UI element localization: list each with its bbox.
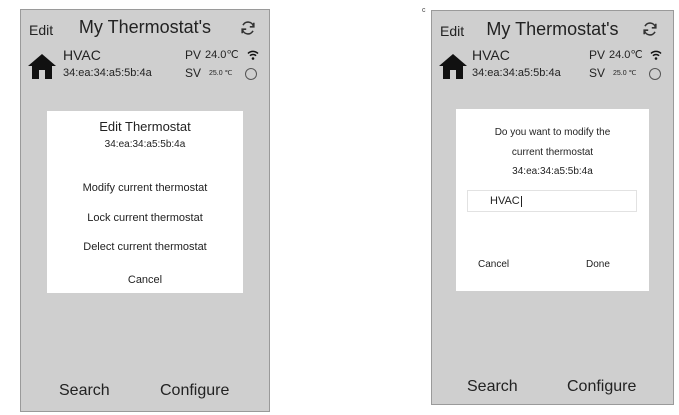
house-icon [28,54,56,79]
wifi-icon [247,50,259,60]
device-name: HVAC [472,47,510,63]
delete-thermostat-option[interactable]: Delect current thermostat [47,241,243,253]
modify-thermostat-dialog: Do you want to modify the current thermo… [456,109,649,291]
device-mac: 34:ea:34:a5:5b:4a [63,67,152,79]
phone-screen-edit-menu: Edit My Thermostat's HVAC 34:ea:34:a5:5b… [20,9,270,412]
modify-thermostat-option[interactable]: Modify current thermostat [47,182,243,194]
lock-thermostat-option[interactable]: Lock current thermostat [47,212,243,224]
page-title: My Thermostat's [486,19,619,39]
device-row-hvac[interactable]: HVAC 34:ea:34:a5:5b:4a PV 24.0℃ SV 25.0 … [432,44,673,84]
pv-value: 24.0℃ [205,49,239,61]
sv-label: SV [185,66,202,80]
house-icon [439,54,467,79]
cancel-button[interactable]: Cancel [478,259,509,270]
wifi-icon [650,50,662,60]
device-name: HVAC [63,47,101,63]
dialog-message-line-2: current thermostat [511,147,594,158]
device-mac: 34:ea:34:a5:5b:4a [472,67,561,79]
pv-value: 24.0℃ [609,49,643,61]
text-caret [520,195,522,207]
search-button[interactable]: Search [467,378,518,396]
edit-thermostat-dialog: Edit Thermostat 34:ea:34:a5:5b:4a Modify… [47,111,243,293]
dialog-title: Edit Thermostat [99,119,191,134]
phone-screen-modify-dialog: Edit My Thermostat's HVAC 34:ea:34:a5:5b… [431,10,674,405]
search-button[interactable]: Search [59,382,110,400]
corner-mark: c [422,7,426,14]
app-header: Edit My Thermostat's [21,10,269,40]
thermostat-name-input[interactable]: HVAC [467,190,637,212]
sv-value: 25.0 ℃ [613,70,637,77]
refresh-icon[interactable] [240,20,256,36]
pv-label: PV [185,48,202,62]
cancel-button[interactable]: Cancel [47,274,243,286]
sv-label: SV [589,66,606,80]
app-header: Edit My Thermostat's [432,11,673,41]
sv-value: 25.0 ℃ [209,70,233,77]
pv-label: PV [589,48,606,62]
done-button[interactable]: Done [586,259,610,270]
dialog-mac: 34:ea:34:a5:5b:4a [512,166,593,177]
dialog-mac: 34:ea:34:a5:5b:4a [104,139,186,150]
device-status-indicator[interactable] [245,68,257,80]
refresh-icon[interactable] [642,21,658,37]
dialog-message-line-1: Do you want to modify the [494,127,611,138]
device-row-hvac[interactable]: HVAC 34:ea:34:a5:5b:4a PV 24.0℃ SV 25.0 … [21,44,269,84]
configure-button[interactable]: Configure [160,382,229,400]
page-title: My Thermostat's [78,17,212,37]
thermostat-name-value: HVAC [490,195,520,207]
device-status-indicator[interactable] [649,68,661,80]
configure-button[interactable]: Configure [567,378,636,396]
